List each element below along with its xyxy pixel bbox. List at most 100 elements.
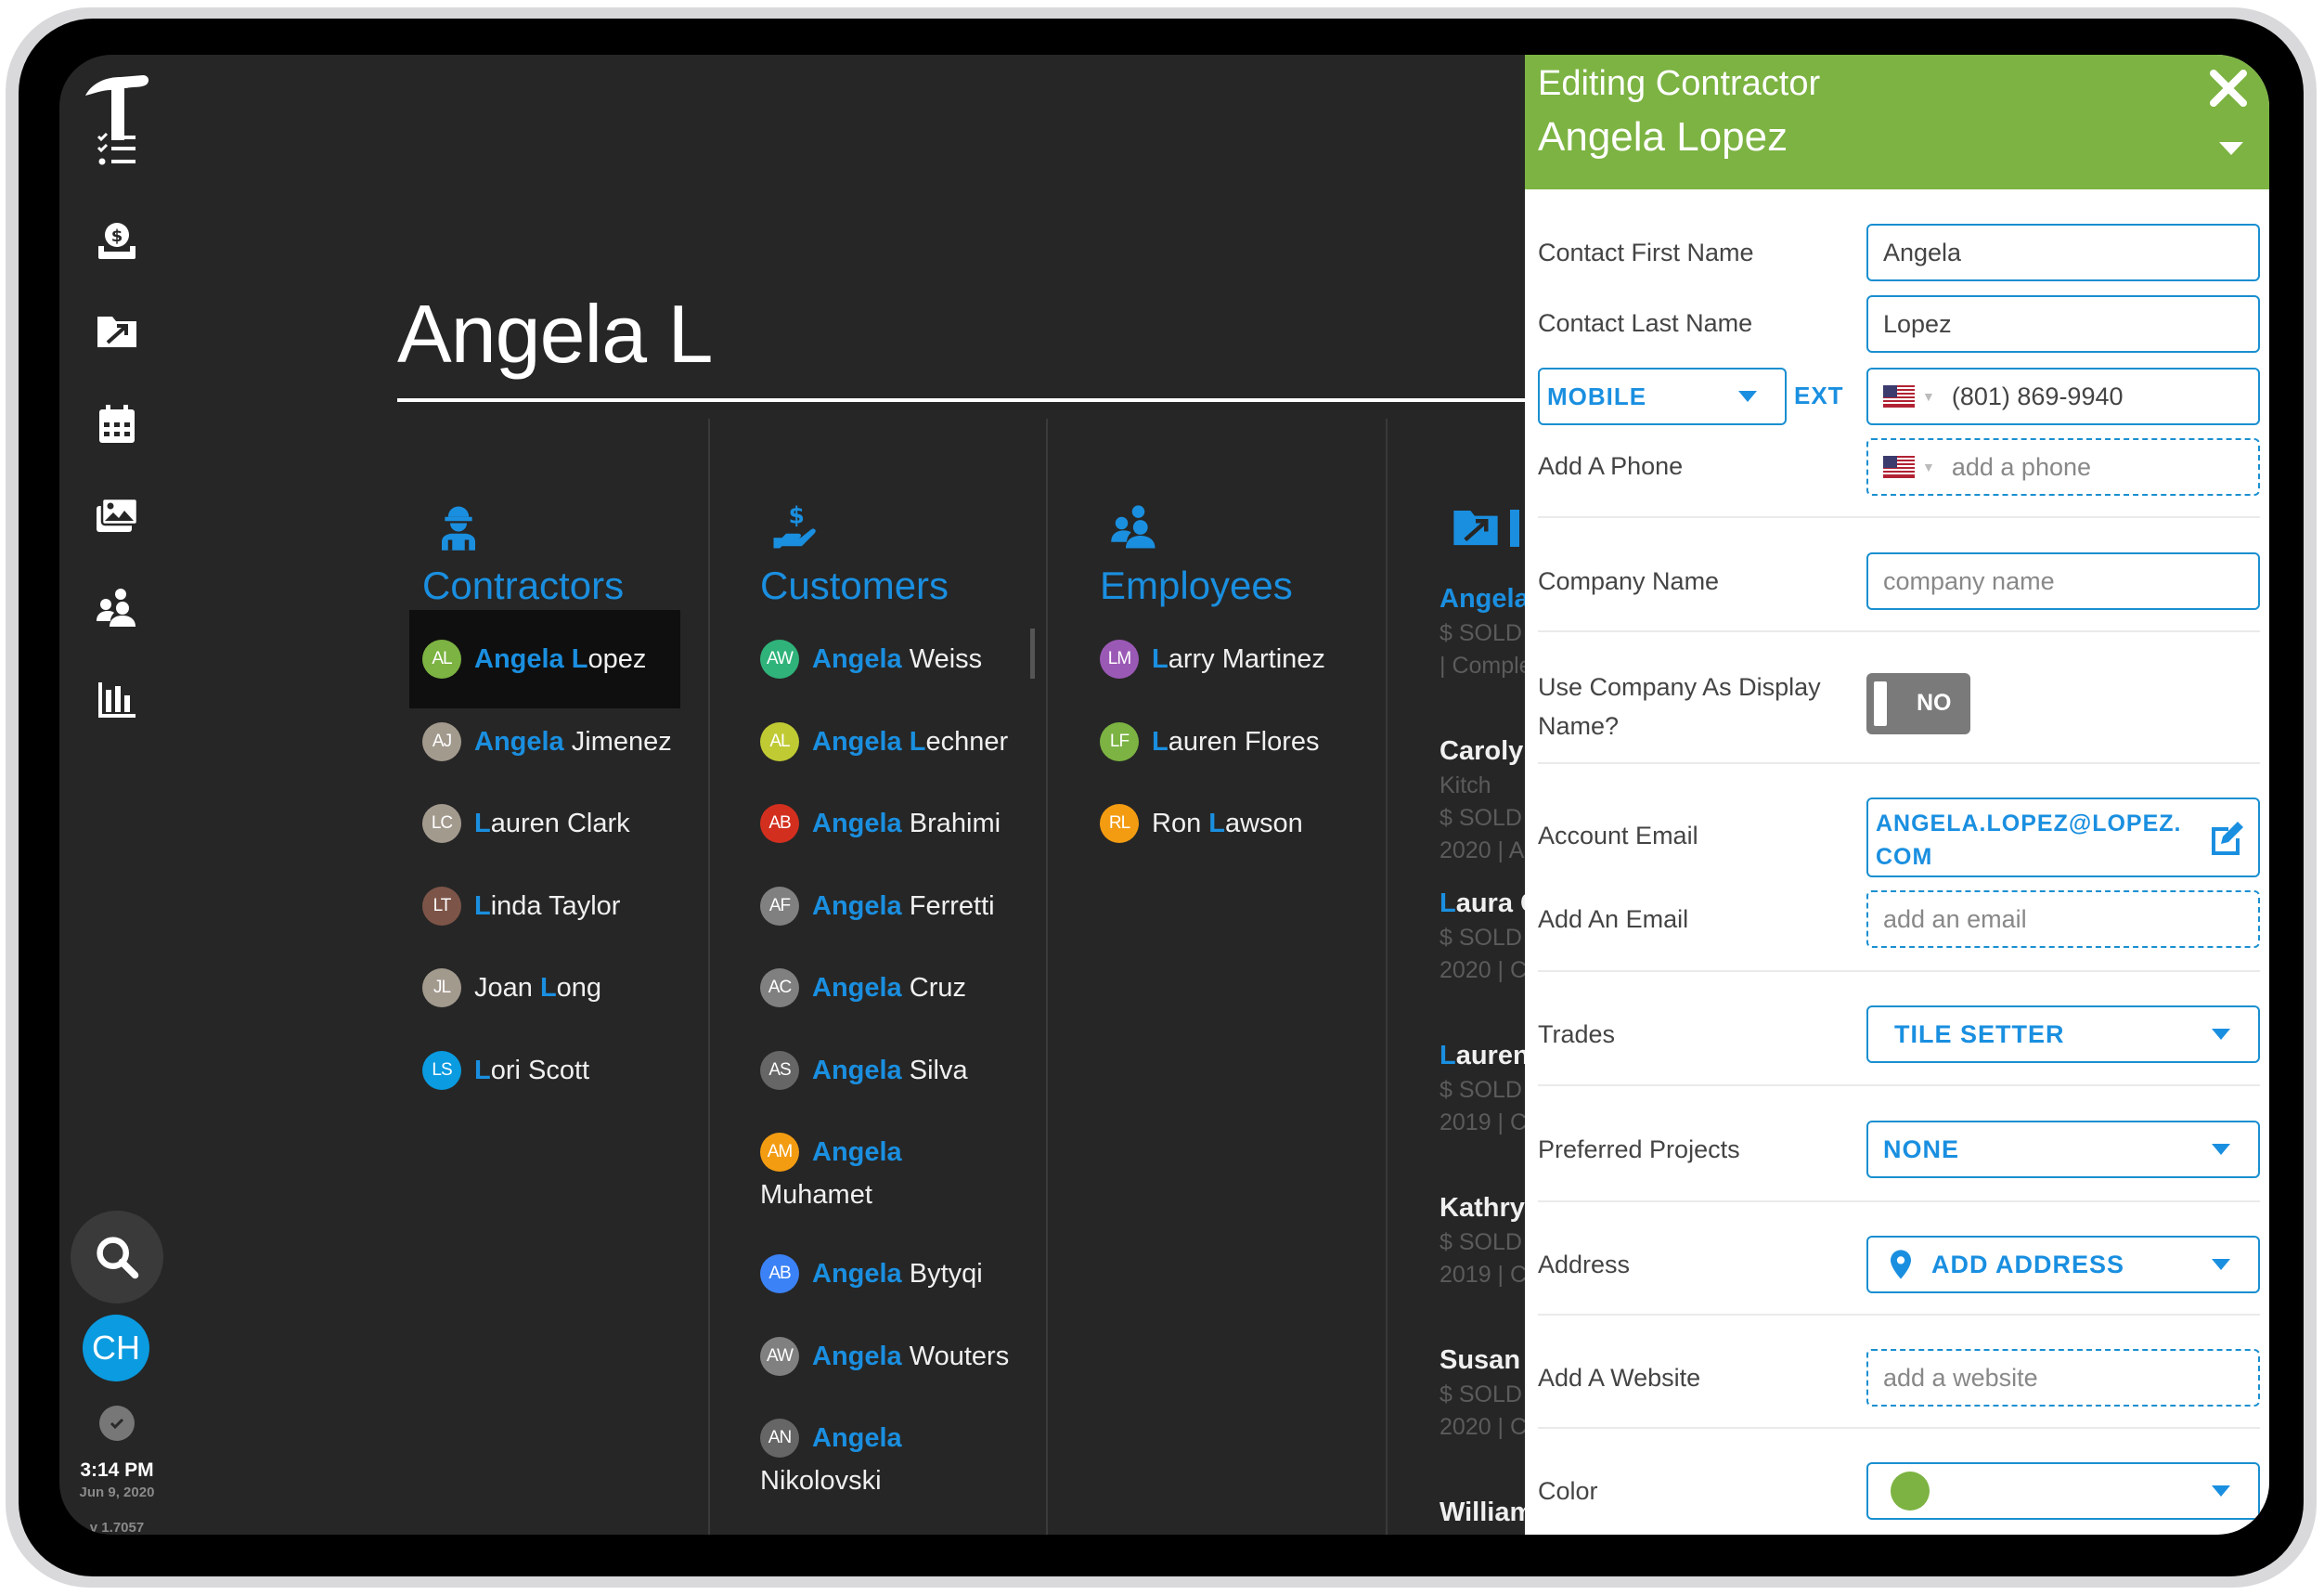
website-input[interactable]: add a website bbox=[1866, 1349, 2260, 1407]
nav-reports[interactable] bbox=[89, 671, 145, 727]
trades-select[interactable]: TILE SETTER bbox=[1866, 1005, 2260, 1063]
avatar: LM bbox=[1100, 640, 1139, 679]
employees-users-icon bbox=[1109, 502, 1159, 552]
add-email-placeholder: add an email bbox=[1883, 904, 2027, 933]
customer-list-item[interactable]: AC Angela Cruz bbox=[760, 968, 966, 1007]
person-name: Larry Martinez bbox=[1152, 640, 1325, 679]
last-name-field[interactable]: Lopez bbox=[1866, 295, 2260, 353]
phone-field[interactable]: ▼ (801) 869-9940 bbox=[1866, 368, 2260, 425]
svg-text:$: $ bbox=[111, 227, 123, 246]
add-phone-placeholder: add a phone bbox=[1951, 452, 2092, 481]
first-name-field[interactable]: Angela bbox=[1866, 224, 2260, 281]
employee-list-item[interactable]: RL Ron Lawson bbox=[1100, 804, 1303, 843]
name-text: Brahimi bbox=[901, 809, 1001, 838]
name-match-highlight: Angela bbox=[812, 890, 902, 921]
preferred-projects-label: Preferred Projects bbox=[1538, 1135, 1740, 1163]
name-match-highlight: Angela bbox=[812, 1055, 902, 1085]
avatar: AW bbox=[760, 1336, 799, 1376]
last-name-label: Contact Last Name bbox=[1538, 309, 1753, 337]
person-name: Angela Weiss bbox=[812, 640, 982, 679]
person-name: Lauren Flores bbox=[1152, 722, 1320, 761]
chevron-down-icon[interactable] bbox=[2219, 140, 2243, 157]
customer-list-item[interactable]: AF Angela Ferretti bbox=[760, 886, 995, 926]
name-text: Nikolovski bbox=[760, 1466, 882, 1496]
add-email-input[interactable]: add an email bbox=[1866, 890, 2260, 948]
avatar: AW bbox=[760, 640, 799, 679]
customer-list-item[interactable]: AB Angela Brahimi bbox=[760, 804, 1001, 843]
name-match-highlight: Angela L bbox=[812, 726, 926, 757]
nav-photos[interactable] bbox=[89, 487, 145, 543]
nav-tasks[interactable] bbox=[89, 122, 145, 177]
account-email-label: Account Email bbox=[1538, 822, 1698, 849]
account-email-field[interactable]: ANGELA.LOPEZ@LOPEZ.COM bbox=[1866, 798, 2260, 877]
avatar: AL bbox=[760, 721, 799, 761]
contractor-list-item[interactable]: AL Angela Lopez bbox=[422, 640, 646, 679]
contractors-column: Contractors AL Angela Lopez AJ Angela Jimen… bbox=[409, 417, 701, 1535]
customer-list-item[interactable]: AW Angela Wouters bbox=[760, 1336, 1010, 1376]
clock-date: Jun 9, 2020 bbox=[79, 1485, 155, 1500]
nav-contacts[interactable] bbox=[89, 580, 145, 636]
color-select[interactable] bbox=[1866, 1462, 2260, 1520]
contractor-list-item[interactable]: JL Joan Long bbox=[422, 968, 601, 1007]
name-match-highlight: L bbox=[1208, 809, 1225, 838]
nav-finance[interactable]: $ bbox=[89, 213, 145, 268]
first-name-label: Contact First Name bbox=[1538, 239, 1754, 266]
use-company-toggle[interactable]: NO bbox=[1866, 673, 1970, 734]
name-text: inda Taylor bbox=[490, 890, 621, 921]
nav-projects[interactable] bbox=[89, 304, 145, 359]
name-match-highlight: L bbox=[1152, 644, 1168, 674]
avatar: JL bbox=[422, 968, 461, 1007]
customer-list-item[interactable]: AW Angela Weiss bbox=[760, 640, 982, 679]
sync-status-check-icon bbox=[99, 1406, 135, 1441]
last-name-value: Lopez bbox=[1883, 309, 1952, 338]
name-text: ong bbox=[556, 973, 602, 1003]
add-phone-field[interactable]: ▼ add a phone bbox=[1866, 438, 2260, 496]
customer-list-item[interactable]: AL Angela Lechner bbox=[760, 721, 1008, 761]
customer-list-item[interactable]: AS Angela Silva bbox=[760, 1050, 968, 1090]
contractor-list-item[interactable]: AJ Angela Jimenez bbox=[422, 721, 672, 761]
use-company-label: Use Company As Display Name? bbox=[1538, 673, 1821, 740]
customer-list-item[interactable]: AN Angela Nikolovski bbox=[760, 1419, 983, 1500]
trades-value: TILE SETTER bbox=[1894, 1019, 2065, 1048]
name-match-highlight: Angela bbox=[812, 1137, 902, 1167]
global-search-button[interactable] bbox=[71, 1211, 163, 1303]
country-caret-icon: ▼ bbox=[1922, 460, 1935, 474]
nav-calendar[interactable] bbox=[89, 396, 145, 452]
search-query-input[interactable]: Angela L bbox=[397, 287, 713, 382]
name-text: Wouters bbox=[901, 1341, 1010, 1371]
add-email-label: Add An Email bbox=[1538, 905, 1689, 933]
name-text: Ferretti bbox=[901, 890, 995, 921]
address-select[interactable]: ADD ADDRESS bbox=[1866, 1236, 2260, 1293]
phone-type-select[interactable]: MOBILE bbox=[1538, 368, 1787, 425]
divider bbox=[1538, 1314, 2260, 1316]
name-match-highlight: L bbox=[474, 809, 491, 838]
us-flag-icon[interactable] bbox=[1883, 456, 1915, 478]
us-flag-icon[interactable] bbox=[1883, 385, 1915, 408]
contractor-list-item[interactable]: LC Lauren Clark bbox=[422, 804, 630, 843]
company-name-input[interactable]: company name bbox=[1866, 552, 2260, 610]
customers-scrollbar[interactable] bbox=[1030, 629, 1035, 679]
ext-button[interactable]: EXT bbox=[1794, 382, 1844, 410]
customer-list-item[interactable]: AM Angela Muhamet bbox=[760, 1133, 983, 1214]
close-icon[interactable] bbox=[2204, 64, 2253, 112]
preferred-projects-select[interactable]: NONE bbox=[1866, 1121, 2260, 1178]
trades-label: Trades bbox=[1538, 1020, 1616, 1048]
employee-list-item[interactable]: LF Lauren Flores bbox=[1100, 721, 1320, 761]
person-name: Angela Lechner bbox=[812, 722, 1008, 761]
person-name: Lori Scott bbox=[474, 1051, 589, 1090]
avatar: LC bbox=[422, 804, 461, 843]
contractor-list-item[interactable]: LT Linda Taylor bbox=[422, 886, 621, 926]
employee-list-item[interactable]: LM Larry Martinez bbox=[1100, 640, 1325, 679]
customer-list-item[interactable]: AB Angela Bytyqi bbox=[760, 1254, 983, 1293]
chevron-down-icon bbox=[2212, 1259, 2230, 1270]
user-avatar[interactable]: CH bbox=[83, 1315, 149, 1381]
name-match-highlight: L bbox=[474, 1055, 491, 1085]
edit-icon[interactable] bbox=[2208, 820, 2245, 857]
search-icon bbox=[97, 1237, 139, 1279]
customers-title: Customers bbox=[760, 564, 949, 607]
avatar: AB bbox=[760, 1254, 799, 1293]
person-name: Angela bbox=[812, 1419, 902, 1458]
name-text: Muhamet bbox=[760, 1180, 872, 1210]
contractor-list-item[interactable]: LS Lori Scott bbox=[422, 1050, 589, 1090]
name-match-highlight: Angela bbox=[812, 1341, 902, 1371]
